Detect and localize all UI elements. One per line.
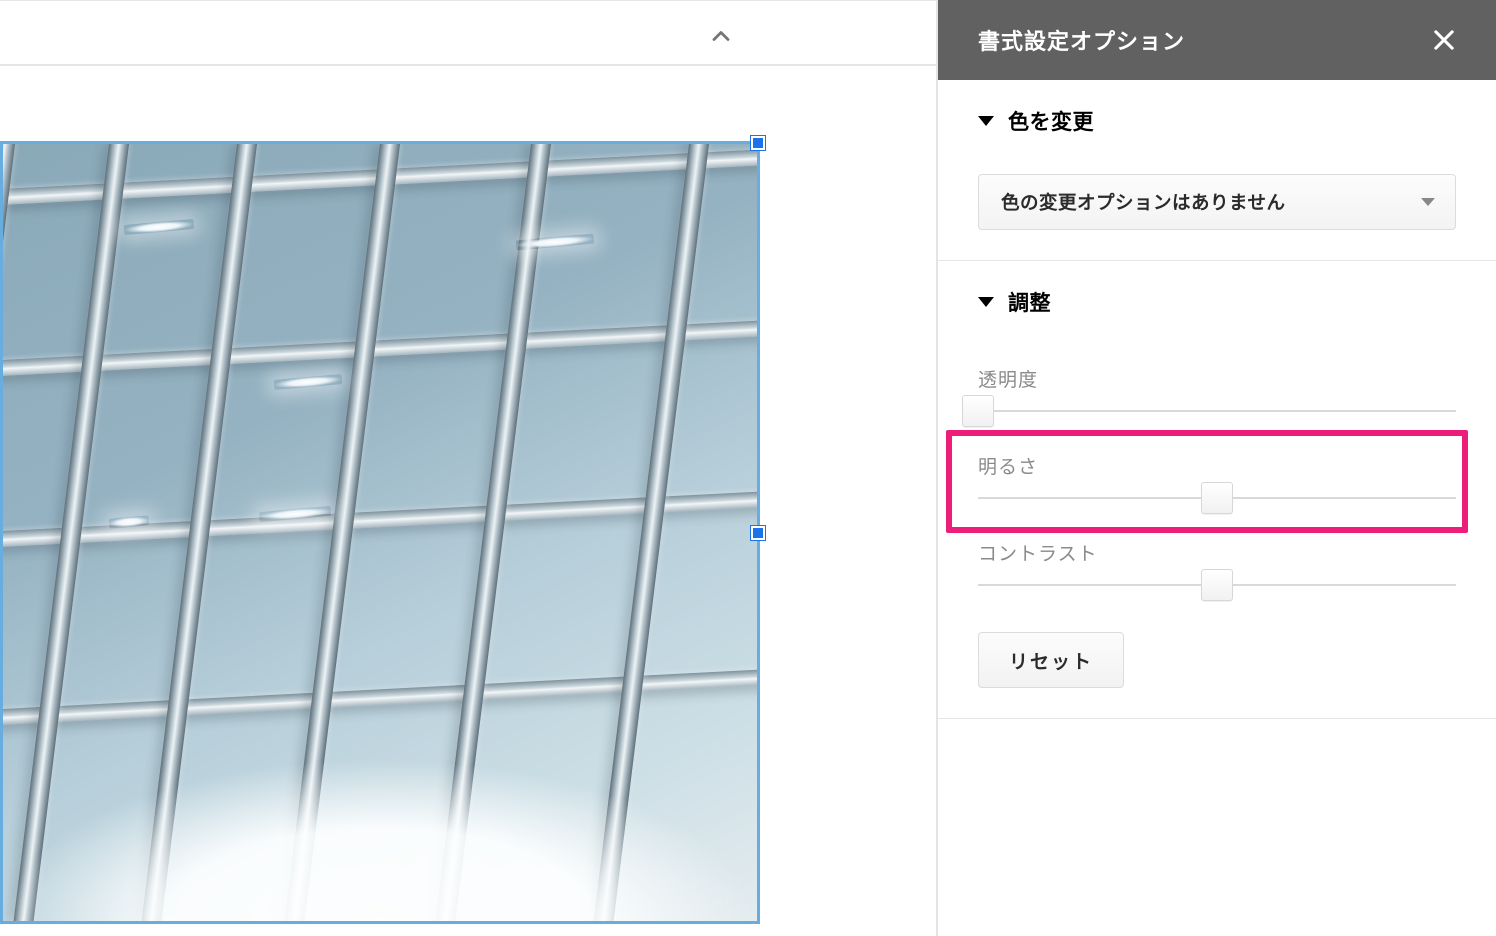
- contrast-label: コントラスト: [978, 539, 1456, 566]
- brightness-slider-thumb[interactable]: [1201, 482, 1233, 514]
- chevron-up-icon: [707, 22, 735, 50]
- recolor-options-dropdown[interactable]: 色の変更オプションはありません: [978, 174, 1456, 230]
- resize-handle-top-right[interactable]: [751, 136, 765, 150]
- resize-handle-mid-right[interactable]: [751, 526, 765, 540]
- transparency-slider-thumb[interactable]: [962, 395, 994, 427]
- chevron-down-icon: [1421, 198, 1435, 206]
- recolor-selected-value: 色の変更オプションはありません: [1001, 189, 1285, 215]
- section-adjust-title: 調整: [1008, 287, 1051, 317]
- close-sidebar-button[interactable]: [1424, 20, 1464, 60]
- transparency-slider[interactable]: [978, 410, 1456, 412]
- section-recolor-header[interactable]: 色を変更: [978, 106, 1456, 136]
- reset-button[interactable]: リセット: [978, 632, 1124, 688]
- section-next: [938, 719, 1496, 735]
- transparency-label: 透明度: [978, 365, 1456, 392]
- reset-button-label: リセット: [1009, 647, 1093, 674]
- sidebar-title: 書式設定オプション: [978, 24, 1185, 56]
- contrast-control: コントラスト: [978, 539, 1456, 586]
- section-recolor-title: 色を変更: [1008, 106, 1094, 136]
- caret-down-icon: [978, 116, 994, 126]
- collapse-toolbar-button[interactable]: [704, 19, 738, 53]
- format-options-sidebar: 書式設定オプション 色を変更 色の変更オプションはありません 調整: [936, 0, 1496, 936]
- section-recolor: 色を変更 色の変更オプションはありません: [938, 80, 1496, 261]
- brightness-control: 明るさ: [978, 452, 1456, 499]
- contrast-slider-thumb[interactable]: [1201, 569, 1233, 601]
- sidebar-header: 書式設定オプション: [938, 0, 1496, 80]
- brightness-label: 明るさ: [978, 452, 1456, 479]
- section-adjust-header[interactable]: 調整: [978, 287, 1456, 317]
- contrast-slider[interactable]: [978, 584, 1456, 586]
- selected-image[interactable]: [0, 141, 760, 924]
- image-content: [3, 144, 757, 921]
- canvas[interactable]: [0, 90, 788, 936]
- sidebar-body: 色を変更 色の変更オプションはありません 調整 透明度 明るさ: [938, 80, 1496, 936]
- section-adjust: 調整 透明度 明るさ コントラスト リセッ: [938, 261, 1496, 719]
- close-icon: [1430, 26, 1458, 54]
- brightness-slider[interactable]: [978, 497, 1456, 499]
- caret-down-icon: [978, 297, 994, 307]
- transparency-control: 透明度: [978, 365, 1456, 412]
